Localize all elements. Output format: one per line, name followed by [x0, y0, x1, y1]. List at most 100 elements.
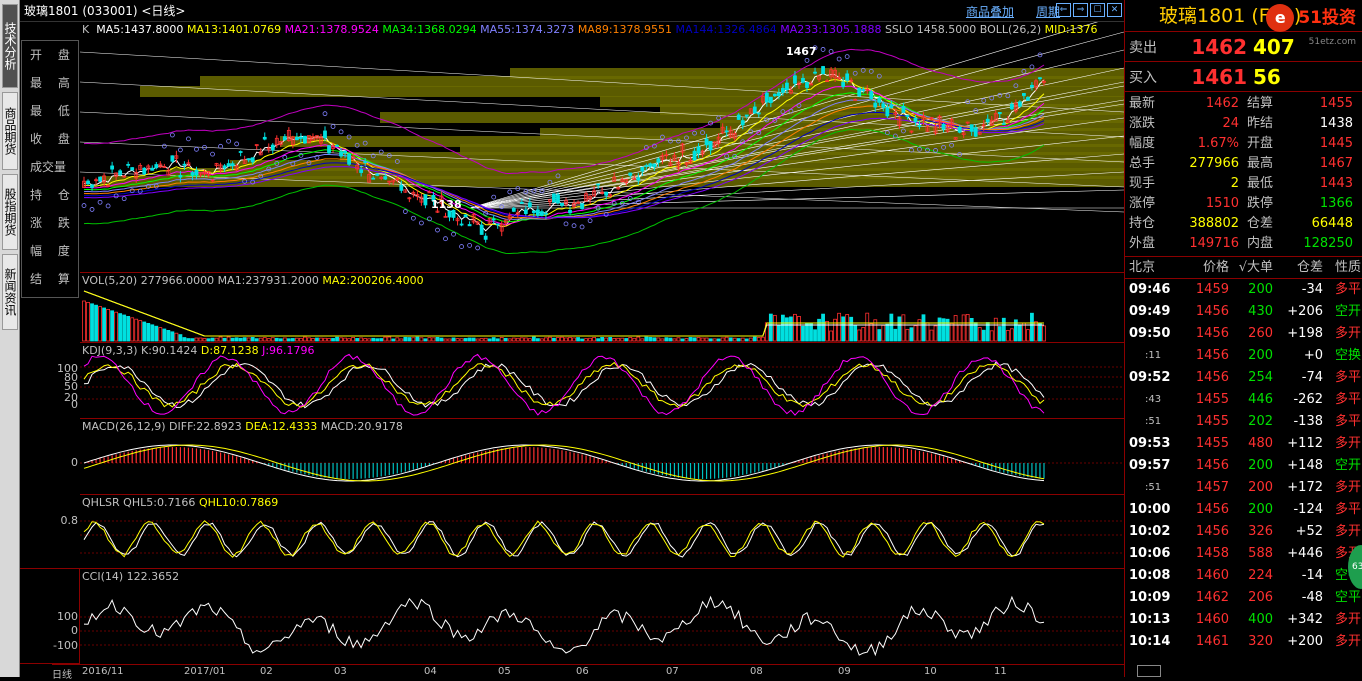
- candle-body: [250, 157, 255, 163]
- tick-time: 09:46: [1129, 282, 1171, 297]
- tick-row[interactable]: 10:00 1456 200 -124 多平: [1125, 499, 1362, 521]
- tick-row[interactable]: 09:53 1455 480 +112 多开: [1125, 433, 1362, 455]
- tick-row[interactable]: 09:50 1456 260 +198 多开: [1125, 323, 1362, 345]
- candle-body: [560, 202, 564, 206]
- volume-bar: [138, 320, 143, 342]
- volume-bar: [829, 330, 833, 342]
- sar-dot: [89, 207, 95, 212]
- kline-panel[interactable]: K MA5:1437.8000 MA13:1401.0769 MA21:1378…: [80, 22, 1124, 272]
- tick-row[interactable]: :51 1455 202 -138 多平: [1125, 411, 1362, 433]
- volume-bar: [375, 338, 380, 342]
- qhlsr-label: QHLSR QHL5:0.7166 QHL10:0.7869: [82, 496, 279, 509]
- volume-panel[interactable]: VOL(5,20) 277966.0000 MA1:237931.2000 MA…: [80, 272, 1124, 342]
- bid-row: 买入 1461 56: [1125, 62, 1362, 92]
- candle-body: [298, 136, 303, 139]
- macd-panel[interactable]: MACD(26,12,9) DIFF:22.8923 DEA:12.4333 M…: [80, 418, 1124, 494]
- volume-bar: [491, 337, 496, 342]
- tick-row[interactable]: 10:13 1460 400 +342 多开: [1125, 609, 1362, 631]
- tab-commodity-futures[interactable]: 商品期货: [2, 92, 18, 170]
- tick-time: 10:14: [1129, 634, 1171, 649]
- axis-date-02: 02: [260, 666, 273, 677]
- sar-dot: [467, 243, 473, 248]
- cci-panel[interactable]: CCI(14) 122.3652: [80, 568, 1124, 664]
- label-ma34: MA34:1368.0294: [382, 23, 477, 36]
- candle-body: [282, 136, 287, 141]
- tick-time: 10:02: [1129, 524, 1171, 539]
- qhlsr-panel[interactable]: QHLSR QHL5:0.7166 QHL10:0.7869: [80, 494, 1124, 568]
- volume-bar: [278, 338, 283, 342]
- candle-body: [877, 97, 882, 103]
- tick-row[interactable]: 10:06 1458 588 +446 多开: [1125, 543, 1362, 565]
- volume-bar: [343, 337, 347, 342]
- tick-row[interactable]: 09:49 1456 430 +206 空开: [1125, 301, 1362, 323]
- volume-bar: [427, 337, 432, 342]
- tick-time: :51: [1145, 416, 1162, 427]
- tick-row[interactable]: 10:02 1456 326 +52 多开: [1125, 521, 1362, 543]
- prev-button[interactable]: ⇐: [1056, 3, 1071, 17]
- volume-bar: [106, 309, 111, 342]
- stat-value: 1366: [1319, 196, 1353, 211]
- cci-label: CCI(14) 122.3652: [82, 570, 180, 583]
- volume-bar: [1022, 322, 1026, 342]
- stats-row: 涨跌 24 昨结 1438: [1125, 114, 1362, 134]
- volume-bar: [572, 337, 576, 342]
- volume-bar: [403, 336, 408, 342]
- stat-label: 涨停: [1129, 196, 1156, 211]
- sar-dot: [820, 47, 826, 52]
- volume-bar: [688, 337, 693, 342]
- volume-bar: [628, 337, 633, 342]
- tick-row[interactable]: :11 1456 200 +0 空换: [1125, 345, 1362, 367]
- volume-bar: [544, 337, 548, 342]
- volume-bar: [576, 337, 580, 342]
- volume-bar: [977, 327, 982, 342]
- candle-body: [463, 214, 468, 218]
- candle-body: [628, 172, 633, 176]
- volume-bar: [82, 300, 86, 342]
- tab-technical-analysis[interactable]: 技术分析: [2, 4, 18, 88]
- stat-label: 结算: [1247, 96, 1274, 111]
- candle-body: [142, 167, 147, 175]
- tick-row[interactable]: :51 1457 200 +172 多开: [1125, 477, 1362, 499]
- tick-nature: 多平: [1334, 370, 1361, 385]
- tick-row[interactable]: 09:46 1459 200 -34 多平: [1125, 279, 1362, 301]
- volume-bar: [539, 338, 544, 342]
- candle-body: [375, 173, 380, 176]
- volume-bar: [158, 327, 163, 342]
- sar-dot: [338, 129, 344, 135]
- volume-bar: [933, 325, 938, 342]
- restore-button[interactable]: ☐: [1090, 3, 1105, 17]
- tick-row[interactable]: 10:14 1461 320 +200 多开: [1125, 631, 1362, 653]
- candle-body: [294, 136, 299, 141]
- tab-index-futures[interactable]: 股指期货: [2, 174, 18, 250]
- tick-nature: 多平: [1334, 502, 1361, 517]
- candle-body: [343, 151, 347, 154]
- tick-row[interactable]: 09:57 1456 200 +148 空开: [1125, 455, 1362, 477]
- tick-row[interactable]: 10:09 1462 206 -48 空平: [1125, 587, 1362, 609]
- tab-news[interactable]: 新闻资讯: [2, 254, 18, 330]
- sar-dot: [282, 155, 288, 160]
- tick-oi-diff: +52: [1295, 524, 1323, 539]
- candle-body: [708, 141, 713, 151]
- tick-row[interactable]: 10:08 1460 224 -14 空平: [1125, 565, 1362, 587]
- tick-list[interactable]: 09:46 1459 200 -34 多平 09:49 1456 430 +206 空开 09:50…: [1125, 279, 1362, 653]
- volume-bar: [632, 337, 637, 342]
- volume-bar: [186, 338, 191, 342]
- volume-bar: [431, 337, 436, 342]
- volume-bar: [319, 337, 323, 342]
- candle-body: [150, 167, 155, 171]
- volume-bar: [849, 316, 854, 342]
- close-button[interactable]: ✕: [1107, 3, 1122, 17]
- tick-row[interactable]: :43 1455 446 -262 多平: [1125, 389, 1362, 411]
- commodity-overlay-link[interactable]: 商品叠加: [966, 3, 1014, 20]
- tick-nature: 多平: [1334, 414, 1361, 429]
- volume-bar: [367, 338, 372, 342]
- volume-bar: [250, 336, 255, 342]
- volume-bar: [825, 321, 829, 342]
- volume-bar: [744, 338, 749, 342]
- kdj-panel[interactable]: KDJ(9,3,3) K:90.1424 D:87.1238 J:96.1796: [80, 342, 1124, 418]
- tick-row[interactable]: 09:52 1456 254 -74 多平: [1125, 367, 1362, 389]
- tick-price: 1455: [1195, 414, 1229, 429]
- sar-dot: [226, 138, 232, 144]
- next-button[interactable]: ⇒: [1073, 3, 1088, 17]
- volume-bar: [652, 337, 657, 342]
